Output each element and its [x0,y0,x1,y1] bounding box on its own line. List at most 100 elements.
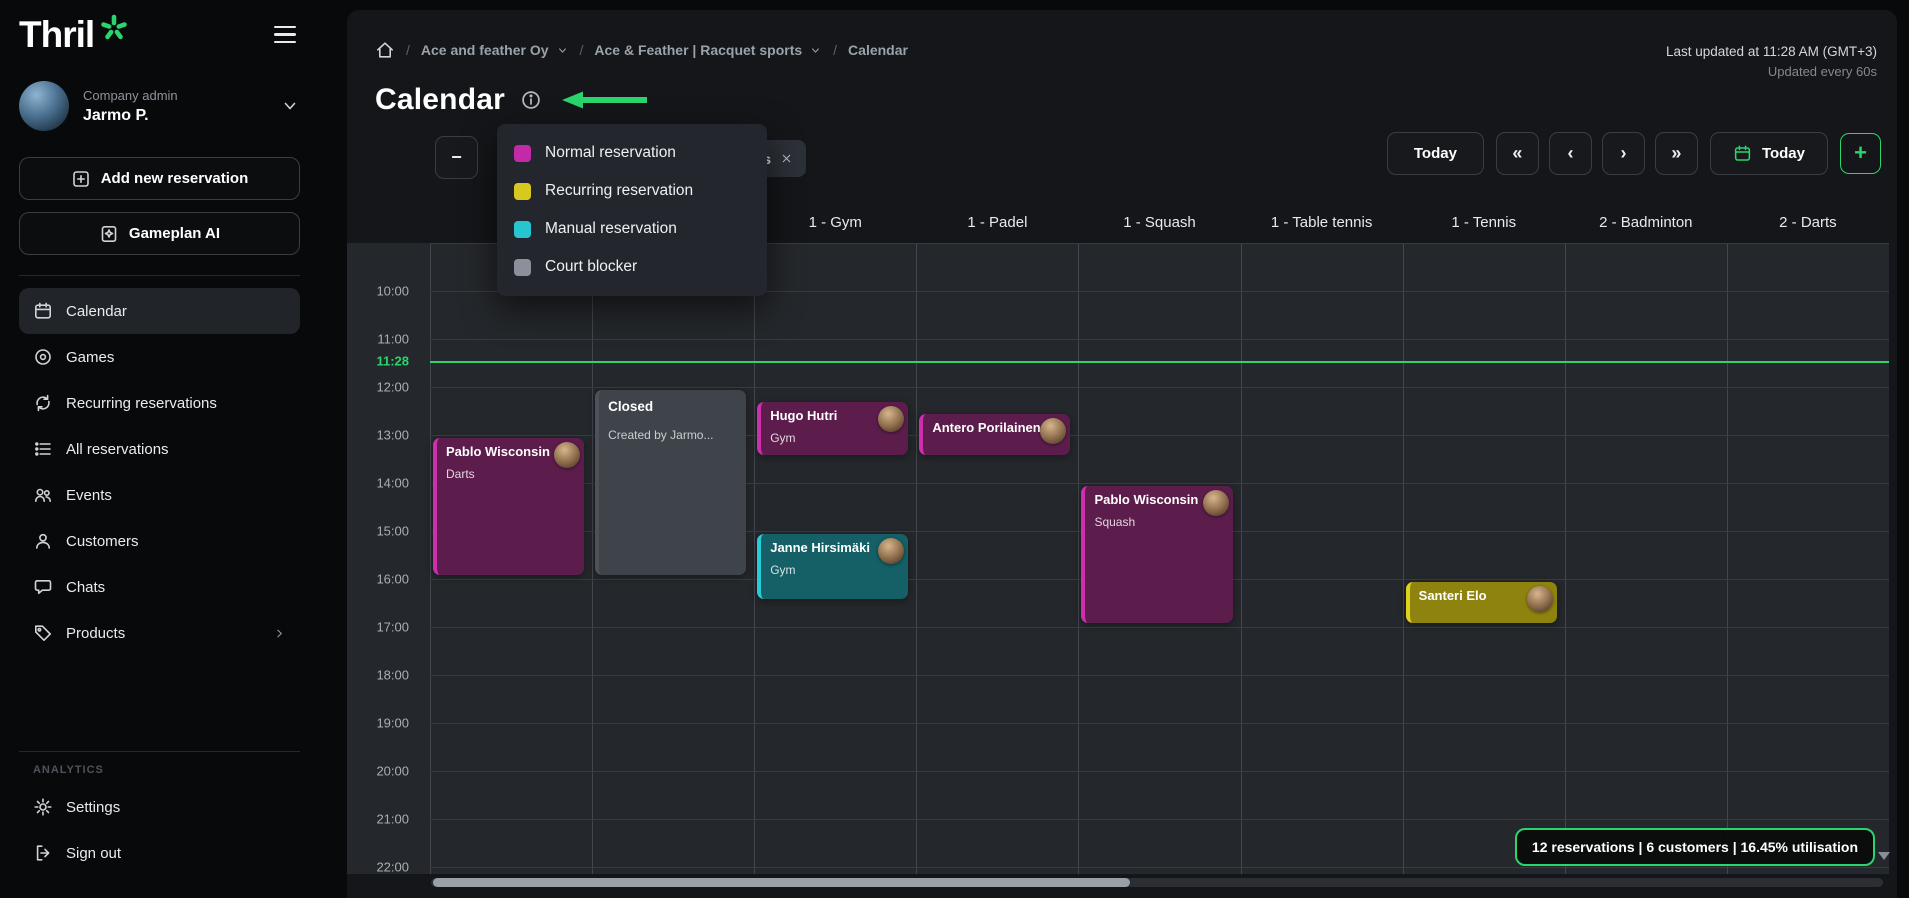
user-meta: Company admin Jarmo P. [83,88,266,125]
grid-hour-line [430,819,1889,820]
today-button[interactable]: Today [1386,132,1484,175]
time-label: 17:00 [376,619,409,635]
event-normal[interactable]: Antero Porilainen [919,414,1071,455]
recurring-icon [36,394,50,412]
legend-item: Normal reservation [497,134,767,172]
event-subtitle: Squash [1094,514,1136,529]
event-recurring[interactable]: Santeri Elo [1405,582,1557,623]
next-fast-button[interactable]: » [1654,132,1698,175]
breadcrumb-item-label: Ace & Feather | Racquet sports [594,42,803,58]
sidebar-item-all-reservations[interactable]: All reservations [19,426,300,472]
next-button[interactable]: › [1601,132,1645,175]
breadcrumb-item[interactable]: Ace & Feather | Racquet sports [594,42,822,58]
horizontal-scrollbar[interactable] [431,878,1883,887]
sidebar-item-label: Chats [66,578,106,596]
app-logo[interactable]: Thril [19,14,129,55]
menu-toggle-button[interactable] [270,22,300,47]
sidebar-item-sign-out[interactable]: Sign out [19,830,300,876]
add-reservation-button[interactable]: + [1840,133,1881,174]
products-icon [35,625,51,641]
column-header[interactable]: 2 - Badminton [1565,205,1727,243]
legend-swatch [514,182,531,200]
sidebar-item-events[interactable]: Events [19,472,300,518]
stats-badge: 12 reservations | 6 customers | 16.45% u… [1514,828,1875,866]
breadcrumb-item[interactable]: Ace and feather Oy [421,42,569,58]
sidebar-item-chats[interactable]: Chats [19,564,300,610]
avatar [554,442,581,468]
avatar [1040,418,1067,444]
breadcrumb: / Ace and feather Oy / Ace & Feather | Racq… [347,10,1897,60]
avatar [1202,490,1229,516]
event-manual[interactable]: Janne Hirsimäki Gym [757,534,909,599]
grid-column-line [1564,243,1566,874]
sidebar-item-label: Recurring reservations [66,394,217,412]
date-picker-button[interactable]: Today [1709,132,1828,175]
breadcrumb-item[interactable]: Calendar [848,42,908,58]
sidebar-actions: Add new reservation Gameplan AI [19,157,300,255]
time-label: 19:00 [376,715,409,731]
info-button[interactable] [520,89,542,111]
event-blocker[interactable]: Closed Created by Jarmo... [595,390,747,575]
column-header[interactable]: 1 - Table tennis [1241,205,1403,243]
grid-column-line [1402,243,1404,874]
sidebar-item-games[interactable]: Games [19,334,300,380]
sidebar-item-products[interactable]: Products [19,610,300,656]
sidebar-item-settings[interactable]: Settings [19,784,300,830]
sidebar: Thril Company admin Jarmo P. Add new res… [0,0,347,898]
column-header[interactable]: 2 - Darts [1727,205,1889,243]
event-normal[interactable]: Pablo Wisconsin Squash [1081,486,1233,623]
remove-filter-button[interactable] [780,152,793,165]
grid-column-line [1078,243,1080,874]
events-icon [35,488,51,502]
grid-hour-line [430,723,1889,724]
sidebar-item-recurring-reservations[interactable]: Recurring reservations [19,380,300,426]
user-avatar [19,81,69,131]
sidebar-item-label: All reservations [66,440,169,458]
sidebar-item-label: Games [66,348,115,366]
date-nav-group: «‹ ›» [1495,132,1698,175]
column-header[interactable]: 1 - Gym [754,205,916,243]
gameplan-icon [101,225,117,242]
current-time-line [430,361,1889,364]
event-normal[interactable]: Pablo Wisconsin Darts [433,438,585,575]
event-normal[interactable]: Hugo Hutri Gym [757,402,909,455]
list-icon [35,442,51,456]
user-menu[interactable]: Company admin Jarmo P. [19,81,300,131]
column-header[interactable]: 1 - Squash [1078,205,1240,243]
grid-column-line [754,243,756,874]
zoom-out-button[interactable]: − [435,136,478,179]
calendar-grid[interactable]: 10:00 11:00 12:00 13:00 14:00 15:00 16:00 17:00… [347,243,1889,874]
plus-box-icon [72,170,89,187]
sidebar-item-calendar[interactable]: Calendar [19,288,300,334]
chev-right-icon [277,629,282,637]
sidebar-footer-nav: Settings Sign out [19,784,300,876]
legend-popup: Normal reservation Recurring reservation M… [497,124,767,296]
grid-hour-line [430,627,1889,628]
scroll-down-indicator[interactable] [1878,852,1890,860]
add-new-reservation-button[interactable]: Add new reservation [19,157,300,200]
calendar-icon [1734,145,1751,161]
scrollbar-thumb[interactable] [433,878,1130,887]
column-header[interactable]: 1 - Padel [916,205,1078,243]
prev-button[interactable]: ‹ [1548,132,1592,175]
prev-fast-button[interactable]: « [1495,132,1539,175]
chats-icon [34,580,52,594]
legend-item: Recurring reservation [497,172,767,210]
legend-swatch [514,258,531,276]
column-header[interactable]: 1 - Tennis [1403,205,1565,243]
time-label: 20:00 [376,763,409,779]
settings-icon [34,798,52,816]
breadcrumb-home[interactable] [375,40,395,60]
gameplan-ai-button[interactable]: Gameplan AI [19,212,300,255]
info-icon [522,91,540,109]
sidebar-item-customers[interactable]: Customers [19,518,300,564]
time-label: 10:00 [376,283,409,299]
analytics-section-label: ANALYTICS [33,764,104,776]
logo-text: Thril [19,14,95,55]
time-label: 11:00 [377,331,409,347]
update-interval-text: Updated every 60s [1767,64,1877,79]
sidebar-item-label: Settings [66,798,121,816]
time-label: 14:00 [376,475,409,491]
legend-rows: Normal reservation Recurring reservation M… [497,134,767,286]
date-picker-label: Today [1761,145,1805,162]
